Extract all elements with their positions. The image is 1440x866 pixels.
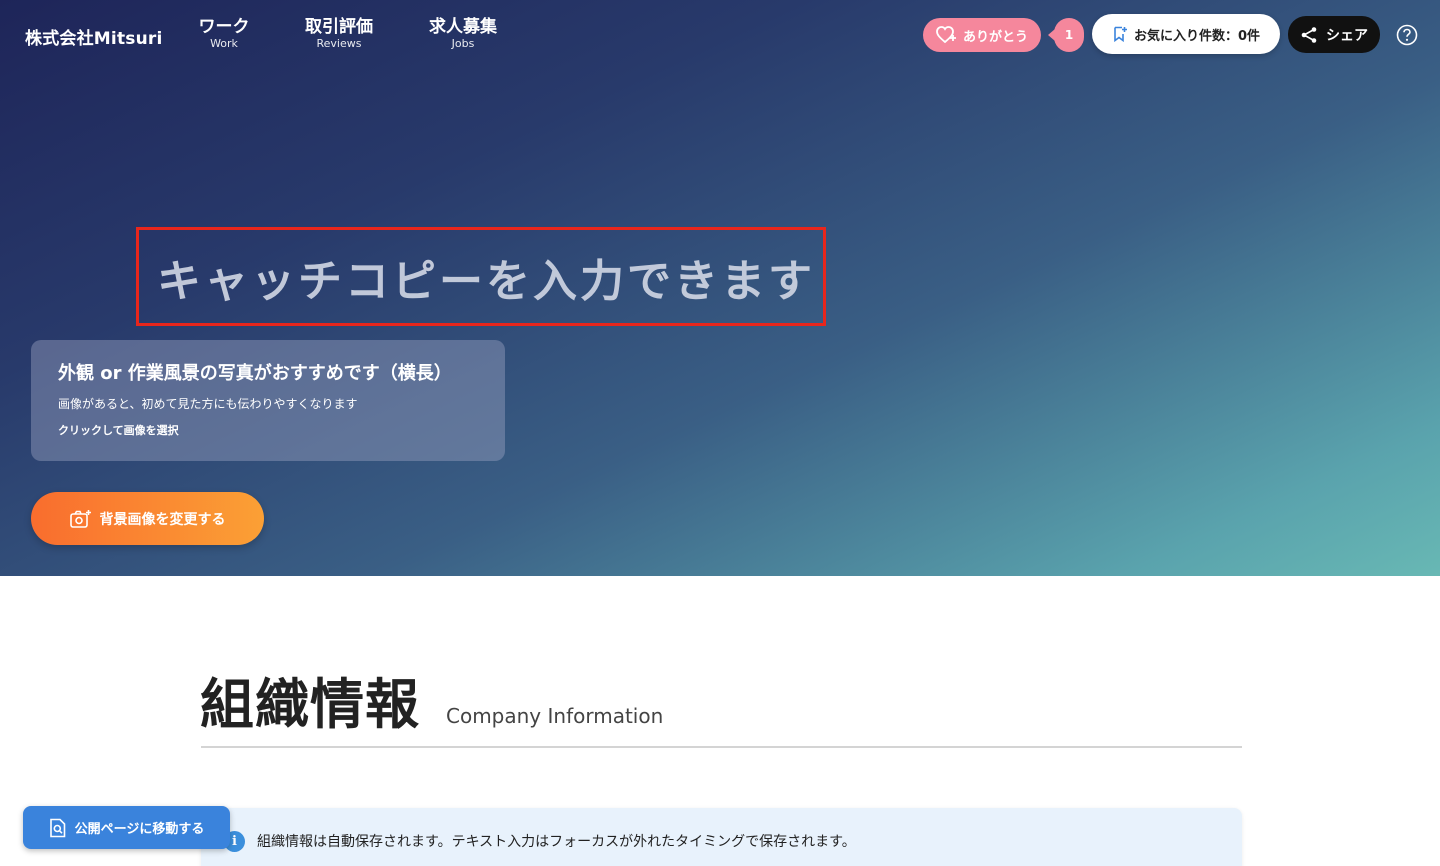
brand-name[interactable]: 株式会社Mitsuri [25, 24, 163, 49]
public-page-button[interactable]: 公開ページに移動する [23, 806, 230, 849]
thanks-count-badge: 1 [1048, 18, 1084, 52]
section-title-jp: 組織情報 [200, 673, 420, 736]
nav-jobs-sublabel: Jobs [451, 37, 475, 50]
heart-plus-icon [936, 26, 956, 44]
nav-reviews[interactable]: 取引評価 Reviews [303, 17, 375, 51]
section-heading: 組織情報 Company Information [200, 660, 663, 739]
nav-jobs[interactable]: 求人募集 Jobs [427, 17, 499, 51]
favorites-label: お気に入り件数：0件 [1133, 28, 1261, 44]
help-icon[interactable] [1396, 24, 1418, 46]
catchcopy-placeholder: キャッチコピーを入力できます [157, 255, 815, 307]
thanks-button[interactable]: ありがとう [923, 18, 1041, 52]
favorites-button[interactable]: お気に入り件数：0件 [1092, 14, 1280, 54]
change-background-label: 背景画像を変更する [99, 511, 226, 528]
catchcopy-input[interactable]: キャッチコピーを入力できます [136, 227, 826, 326]
page-search-icon [49, 818, 65, 837]
site-header: 株式会社Mitsuri ワーク Work 取引評価 Reviews 求人募集 J… [0, 0, 1440, 70]
share-label: シェア [1326, 27, 1368, 44]
autosave-info-text: 組織情報は自動保存されます。テキスト入力はフォーカスが外れたタイミングで保存され… [257, 834, 856, 850]
nav-work-label: ワーク [198, 17, 250, 37]
photo-upload-card[interactable]: 外観 or 作業風景の写真がおすすめです（横長） 画像があると、初めて見た方にも… [31, 340, 505, 461]
nav-jobs-label: 求人募集 [429, 17, 497, 37]
camera-plus-icon [69, 509, 91, 528]
public-page-label: 公開ページに移動する [74, 822, 205, 837]
bookmark-icon [1114, 26, 1127, 42]
nav-work-sublabel: Work [210, 37, 238, 50]
nav-work[interactable]: ワーク Work [198, 17, 250, 51]
autosave-info-banner: 組織情報は自動保存されます。テキスト入力はフォーカスが外れたタイミングで保存され… [201, 808, 1242, 866]
thanks-label: ありがとう [962, 29, 1028, 45]
photo-card-title: 外観 or 作業風景の写真がおすすめです（横長） [58, 363, 452, 384]
photo-card-description: 画像があると、初めて見た方にも伝わりやすくなります [58, 397, 358, 411]
hero-section: 株式会社Mitsuri ワーク Work 取引評価 Reviews 求人募集 J… [0, 0, 1440, 576]
section-divider [201, 746, 1242, 748]
share-button[interactable]: シェア [1288, 16, 1380, 53]
section-title-en: Company Information [446, 704, 664, 728]
nav-reviews-sublabel: Reviews [316, 37, 362, 50]
share-icon [1301, 26, 1317, 43]
change-background-button[interactable]: 背景画像を変更する [31, 492, 264, 545]
photo-card-action: クリックして画像を選択 [58, 424, 179, 437]
nav-reviews-label: 取引評価 [305, 17, 373, 37]
